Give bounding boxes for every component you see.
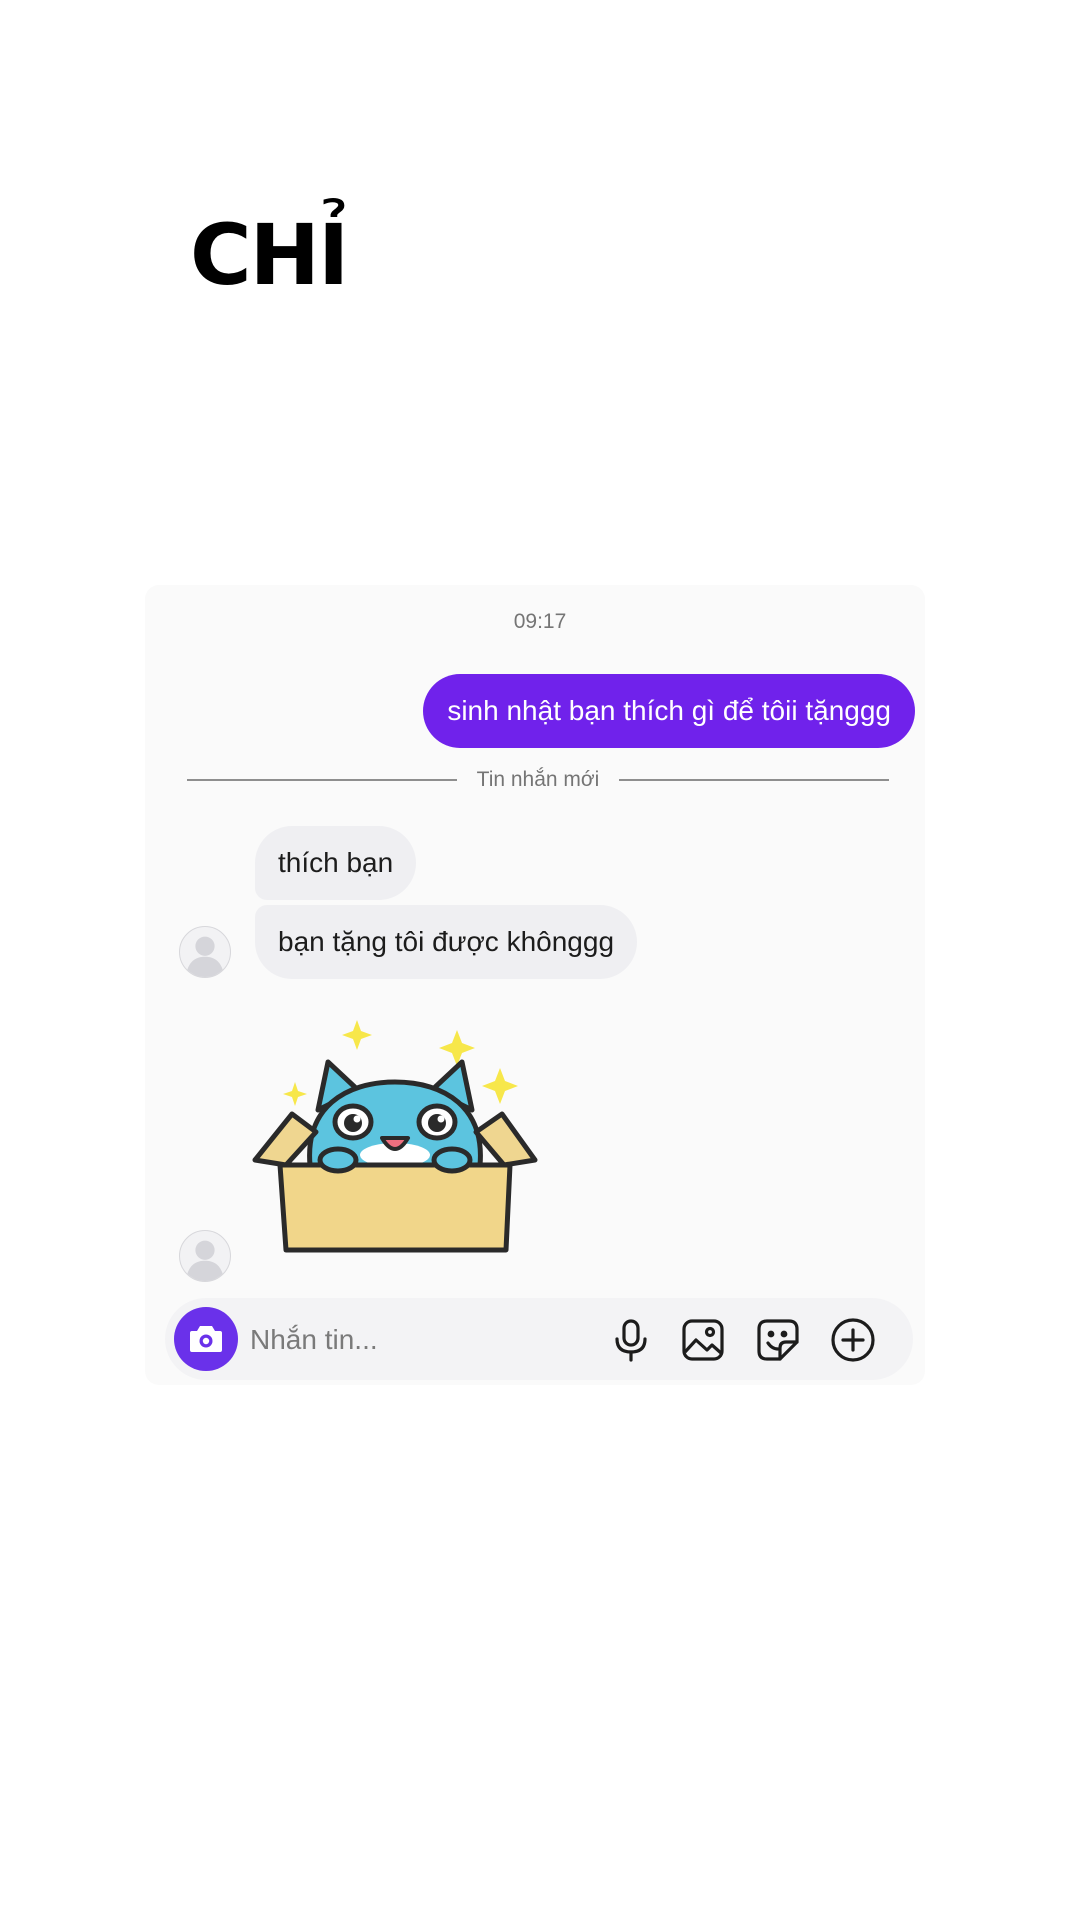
message-timestamp: 09:17 <box>513 610 567 633</box>
incoming-message[interactable]: thích bạn <box>255 826 417 900</box>
add-button[interactable] <box>829 1316 877 1364</box>
divider-line-left <box>187 779 457 781</box>
camera-icon <box>190 1326 222 1352</box>
add-circle-icon <box>831 1318 875 1362</box>
microphone-icon <box>615 1319 647 1362</box>
divider-line-right <box>619 779 889 781</box>
sticker-icon <box>757 1319 799 1361</box>
divider-label: Tin nhắn mới <box>476 768 600 791</box>
cat-box-sticker[interactable] <box>250 1020 540 1260</box>
default-avatar-icon <box>185 936 225 977</box>
new-messages-divider: Tin nhắn mới <box>187 765 889 795</box>
message-input[interactable] <box>248 1314 592 1366</box>
image-button[interactable] <box>679 1316 727 1364</box>
incoming-message[interactable]: bạn tặng tôi được khônggg <box>255 905 638 979</box>
overlay-caption: CHỈ <box>190 206 349 304</box>
microphone-button[interactable] <box>607 1316 655 1364</box>
camera-button[interactable] <box>174 1307 238 1371</box>
contact-avatar[interactable] <box>179 926 231 978</box>
contact-avatar[interactable] <box>179 1230 231 1282</box>
outgoing-message[interactable]: sinh nhật bạn thích gì để tôii tặnggg <box>423 674 915 748</box>
image-icon <box>682 1319 724 1361</box>
default-avatar-icon <box>185 1240 225 1281</box>
sticker-button[interactable] <box>754 1316 802 1364</box>
